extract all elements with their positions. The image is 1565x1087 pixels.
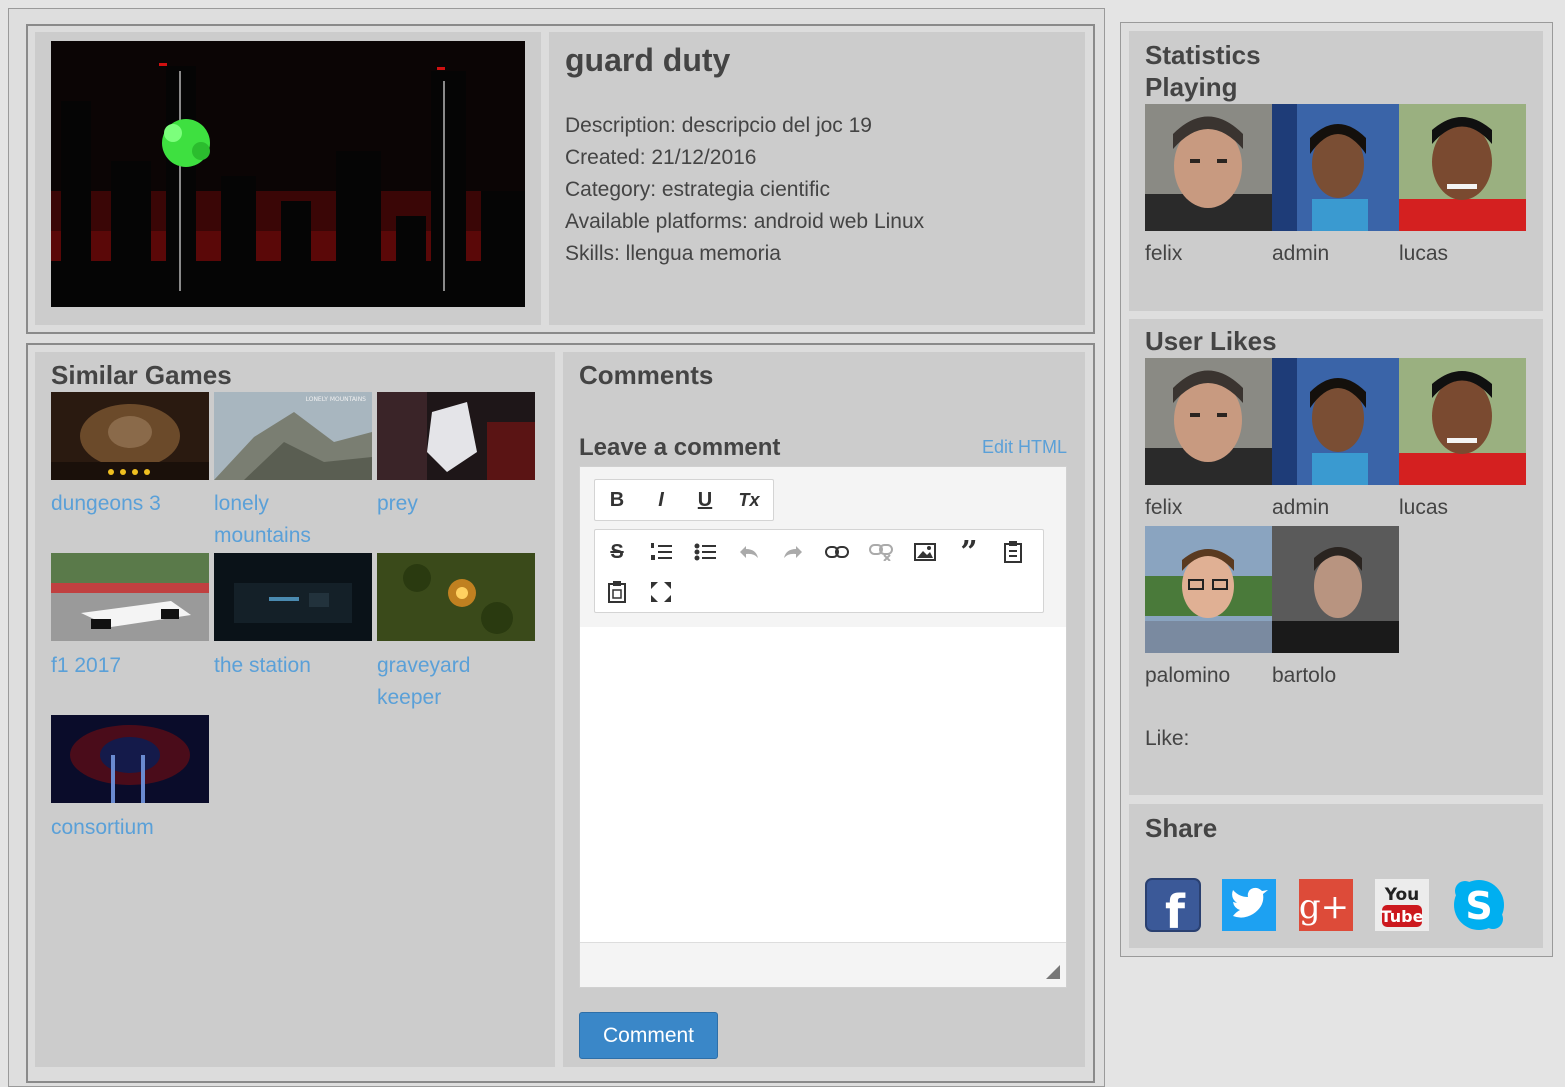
- game-thumb-f1-2017[interactable]: [51, 553, 209, 641]
- comments-heading: Comments: [579, 360, 714, 390]
- playing-user-name[interactable]: admin: [1272, 242, 1329, 266]
- similar-game-link-the-station[interactable]: the station: [214, 650, 311, 682]
- svg-text:f: f: [1165, 885, 1186, 932]
- resize-handle-icon[interactable]: [1046, 965, 1060, 979]
- similar-game-link-dungeons-3[interactable]: dungeons 3: [51, 488, 161, 520]
- svg-text:g+: g+: [1299, 887, 1349, 927]
- comment-textarea[interactable]: [580, 627, 1066, 945]
- avatar-lucas-playing[interactable]: [1399, 104, 1526, 231]
- comment-button[interactable]: Comment: [579, 1012, 718, 1059]
- leave-comment-heading: Leave a comment: [579, 434, 781, 461]
- game-skills: Skills: llengua memoria: [565, 242, 781, 265]
- undo-icon[interactable]: [733, 536, 765, 568]
- avatar-lucas-likes[interactable]: [1399, 358, 1526, 485]
- playing-heading: Playing: [1145, 72, 1238, 102]
- italic-button[interactable]: I: [645, 484, 677, 516]
- similar-game-link-prey[interactable]: prey: [377, 488, 418, 520]
- unlink-icon[interactable]: [865, 536, 897, 568]
- game-thumb-dungeons-3[interactable]: [51, 392, 209, 480]
- comment-editor: B I U Tx S ”: [579, 466, 1067, 988]
- user-likes-heading: User Likes: [1145, 326, 1277, 356]
- game-created: Created: 21/12/2016: [565, 146, 757, 169]
- playing-user-name[interactable]: felix: [1145, 242, 1182, 266]
- bullet-list-icon[interactable]: [689, 536, 721, 568]
- lonely-mountains-logo-text: LONELY MOUNTAINS: [306, 396, 367, 403]
- format-toolbar-group: B I U Tx: [594, 479, 774, 521]
- likes-user-name[interactable]: admin: [1272, 496, 1329, 520]
- paste-word-icon[interactable]: [601, 576, 633, 608]
- redo-icon[interactable]: [777, 536, 809, 568]
- clear-format-button[interactable]: Tx: [733, 484, 765, 516]
- avatar-bartolo[interactable]: [1272, 526, 1399, 653]
- blockquote-button[interactable]: ”: [953, 535, 985, 570]
- similar-game-link-consortium[interactable]: consortium: [51, 812, 154, 844]
- avatar-admin-likes[interactable]: [1272, 358, 1399, 485]
- game-thumb-consortium[interactable]: [51, 715, 209, 803]
- underline-button[interactable]: U: [689, 484, 721, 516]
- likes-user-name[interactable]: felix: [1145, 496, 1182, 520]
- google-plus-icon[interactable]: g+: [1298, 878, 1354, 932]
- share-heading: Share: [1145, 813, 1218, 843]
- youtube-icon[interactable]: You Tube: [1374, 878, 1430, 932]
- bold-button[interactable]: B: [601, 484, 633, 516]
- similar-game-link-graveyard-keeper[interactable]: graveyard keeper: [377, 650, 470, 714]
- avatar-palomino[interactable]: [1145, 526, 1272, 653]
- game-thumb-prey[interactable]: [377, 392, 535, 480]
- avatar-admin-playing[interactable]: [1272, 104, 1399, 231]
- likes-user-name[interactable]: bartolo: [1272, 664, 1336, 688]
- avatar-felix-likes[interactable]: [1145, 358, 1272, 485]
- game-category: Category: estrategia cientific: [565, 178, 830, 201]
- edit-html-link[interactable]: Edit HTML: [982, 437, 1067, 458]
- game-screenshot: [51, 41, 525, 307]
- tools-toolbar-group: S ”: [594, 529, 1044, 613]
- game-thumb-lonely-mountains[interactable]: LONELY MOUNTAINS: [214, 392, 372, 480]
- game-thumb-the-station[interactable]: [214, 553, 372, 641]
- game-title: guard duty: [565, 42, 731, 78]
- game-thumb-graveyard-keeper[interactable]: [377, 553, 535, 641]
- likes-user-name[interactable]: palomino: [1145, 664, 1230, 688]
- strikethrough-button[interactable]: S: [601, 536, 633, 568]
- fullscreen-icon[interactable]: [645, 576, 677, 608]
- facebook-icon[interactable]: f: [1145, 878, 1201, 939]
- similar-games-heading: Similar Games: [51, 360, 232, 390]
- link-icon[interactable]: [821, 536, 853, 568]
- svg-text:You: You: [1384, 885, 1420, 905]
- game-description: Description: descripcio del joc 19: [565, 114, 872, 137]
- similar-game-link-f1-2017[interactable]: f1 2017: [51, 650, 121, 682]
- editor-statusbar: [580, 942, 1066, 987]
- svg-text:Tube: Tube: [1381, 907, 1424, 926]
- numbered-list-icon[interactable]: [645, 536, 677, 568]
- likes-user-name[interactable]: lucas: [1399, 496, 1448, 520]
- skype-icon[interactable]: S: [1451, 878, 1507, 932]
- statistics-heading: Statistics: [1145, 40, 1261, 70]
- game-platforms: Available platforms: android web Linux: [565, 210, 925, 233]
- paste-icon[interactable]: [997, 536, 1029, 568]
- playing-user-name[interactable]: lucas: [1399, 242, 1448, 266]
- avatar-felix-playing[interactable]: [1145, 104, 1272, 231]
- twitter-icon[interactable]: [1221, 878, 1277, 932]
- image-icon[interactable]: [909, 536, 941, 568]
- svg-text:S: S: [1465, 884, 1492, 928]
- similar-game-link-lonely-mountains[interactable]: lonely mountains: [214, 488, 311, 552]
- like-label: Like:: [1145, 727, 1190, 750]
